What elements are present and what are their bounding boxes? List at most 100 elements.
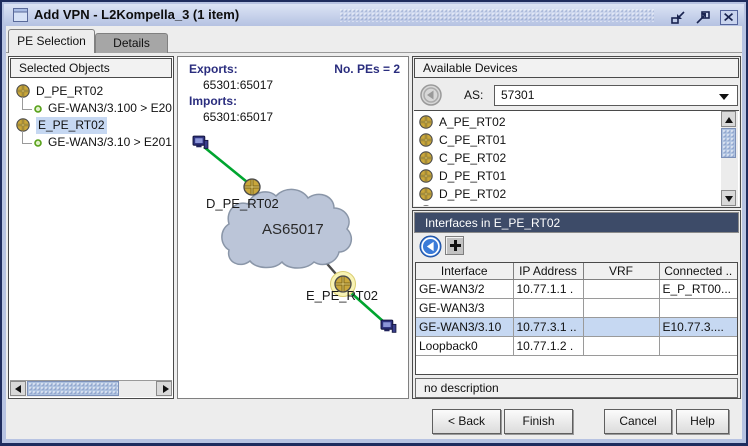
ce-computer-2[interactable] [381, 320, 396, 332]
title-bar[interactable]: Add VPN - L2Kompella_3 (1 item) [4, 4, 744, 26]
as-value: 57301 [501, 88, 534, 102]
tree-connector [22, 131, 23, 143]
table-header-row: Interface IP Address VRF Connected .. [416, 263, 737, 279]
selected-objects-header: Selected Objects [10, 58, 172, 78]
col-interface[interactable]: Interface [416, 263, 513, 279]
node-label-d: D_PE_RT02 [206, 196, 279, 211]
selected-objects-tree: D_PE_RT02 GE-WAN3/3.100 > E201 E_PE_RT02… [10, 79, 172, 379]
col-ip-address[interactable]: IP Address [513, 263, 583, 279]
minimize-icon[interactable] [670, 10, 688, 25]
as-label: AS: [464, 85, 483, 106]
tree-item-label: GE-WAN3/3.10 > E201. [48, 134, 172, 151]
cell [659, 336, 737, 355]
ce-computer-1[interactable] [193, 136, 208, 148]
titlebar-texture [339, 8, 654, 22]
available-devices-header: Available Devices [414, 58, 739, 78]
table-row[interactable]: GE-WAN3/2 10.77.1.1 . E_P_RT00... [416, 279, 737, 298]
scroll-up-button[interactable] [721, 111, 736, 127]
tree-connector [22, 97, 23, 109]
cell [513, 298, 583, 317]
interfaces-panel: Interfaces in E_PE_RT02 Interface IP Add… [412, 210, 741, 399]
node-label-e: E_PE_RT02 [306, 288, 378, 303]
device-label: A_PE_RT02 [439, 113, 506, 131]
device-item[interactable]: C_PE_RT02 [414, 149, 721, 167]
device-label: C_PE_RT02 [439, 149, 506, 167]
available-devices-panel: Available Devices AS: 57301 A_PE_RT02 C_… [412, 56, 741, 208]
device-item[interactable]: C_PE_RT01 [414, 131, 721, 149]
cell: Loopback0 [416, 336, 513, 355]
tree-item-label-selected: E_PE_RT02 [36, 117, 107, 134]
cell [583, 298, 659, 317]
router-icon [419, 133, 433, 147]
chevron-down-icon [719, 94, 729, 100]
scroll-right-button[interactable] [156, 381, 172, 396]
tab-pe-selection[interactable]: PE Selection [8, 29, 95, 53]
move-left-icon[interactable] [419, 235, 442, 258]
pe-router-d[interactable] [244, 179, 260, 195]
device-label: C_PE_RT01 [439, 131, 506, 149]
pe-count: No. PEs = 2 [334, 62, 400, 76]
topology-map: AS65017 D_PE_RT02 E_PE_RT02 [178, 57, 408, 398]
cell [583, 279, 659, 298]
exports-label: Exports: [189, 62, 238, 76]
table-row[interactable]: GE-WAN3/3 [416, 298, 737, 317]
move-left-disabled-icon[interactable] [420, 84, 442, 106]
as-combobox[interactable]: 57301 [494, 85, 738, 106]
exports-value: 65301:65017 [203, 78, 273, 92]
back-button[interactable]: < Back [432, 409, 501, 434]
scroll-left-button[interactable] [10, 381, 26, 396]
device-label: D_PE_RT02 [439, 185, 506, 203]
help-button[interactable]: Help [676, 409, 729, 434]
cell: 10.77.1.2 . [513, 336, 583, 355]
tab-details[interactable]: Details [95, 33, 168, 53]
tree-connector [22, 109, 32, 110]
interface-leaf-icon [34, 105, 42, 113]
cell [583, 317, 659, 336]
scrollbar-thumb[interactable] [27, 381, 119, 396]
selected-objects-panel: Selected Objects D_PE_RT02 GE-WAN3/3.100… [8, 56, 174, 399]
col-vrf[interactable]: VRF [583, 263, 659, 279]
close-icon[interactable] [720, 10, 738, 25]
add-interface-button[interactable] [445, 236, 464, 255]
window-icon [13, 8, 28, 22]
device-item-partial[interactable] [414, 203, 721, 206]
imports-value: 65301:65017 [203, 110, 273, 124]
link-line-green [204, 147, 252, 186]
device-item[interactable]: A_PE_RT02 [414, 113, 721, 131]
device-list-scrollbar[interactable] [721, 111, 738, 206]
scrollbar-thumb[interactable] [721, 128, 736, 158]
cancel-button[interactable]: Cancel [604, 409, 672, 434]
router-icon [419, 151, 433, 165]
table-row[interactable]: Loopback0 10.77.1.2 . [416, 336, 737, 355]
cell: 10.77.1.1 . [513, 279, 583, 298]
imports-label: Imports: [189, 94, 237, 108]
router-icon [419, 115, 433, 129]
as-selector-row: AS: 57301 [414, 79, 739, 110]
cell: GE-WAN3/3.10 [416, 317, 513, 336]
router-icon [16, 84, 30, 98]
cell: 10.77.3.1 .. [513, 317, 583, 336]
cell: GE-WAN3/2 [416, 279, 513, 298]
router-icon [419, 187, 433, 201]
device-item[interactable]: D_PE_RT01 [414, 167, 721, 185]
col-connected[interactable]: Connected .. [659, 263, 737, 279]
window-title: Add VPN - L2Kompella_3 (1 item) [34, 4, 239, 26]
tree-item-label: GE-WAN3/3.100 > E201 [48, 100, 172, 117]
device-list: A_PE_RT02 C_PE_RT01 C_PE_RT02 D_PE_RT01 … [414, 110, 739, 206]
device-item[interactable]: D_PE_RT02 [414, 185, 721, 203]
cell [659, 298, 737, 317]
router-icon [16, 118, 30, 132]
router-icon [419, 205, 433, 206]
router-icon [419, 169, 433, 183]
finish-button[interactable]: Finish [504, 409, 573, 434]
table-row-selected[interactable]: GE-WAN3/3.10 10.77.3.1 .. E10.77.3.... [416, 317, 737, 336]
tree-item-label: D_PE_RT02 [36, 83, 103, 100]
interfaces-header: Interfaces in E_PE_RT02 [414, 212, 739, 233]
maximize-icon[interactable] [694, 10, 712, 25]
description-field: no description [415, 378, 738, 398]
device-label: D_PE_RT01 [439, 167, 506, 185]
scroll-down-button[interactable] [721, 190, 736, 206]
tree-horizontal-scrollbar[interactable] [10, 380, 172, 397]
cloud-label: AS65017 [262, 221, 324, 238]
cell [583, 336, 659, 355]
